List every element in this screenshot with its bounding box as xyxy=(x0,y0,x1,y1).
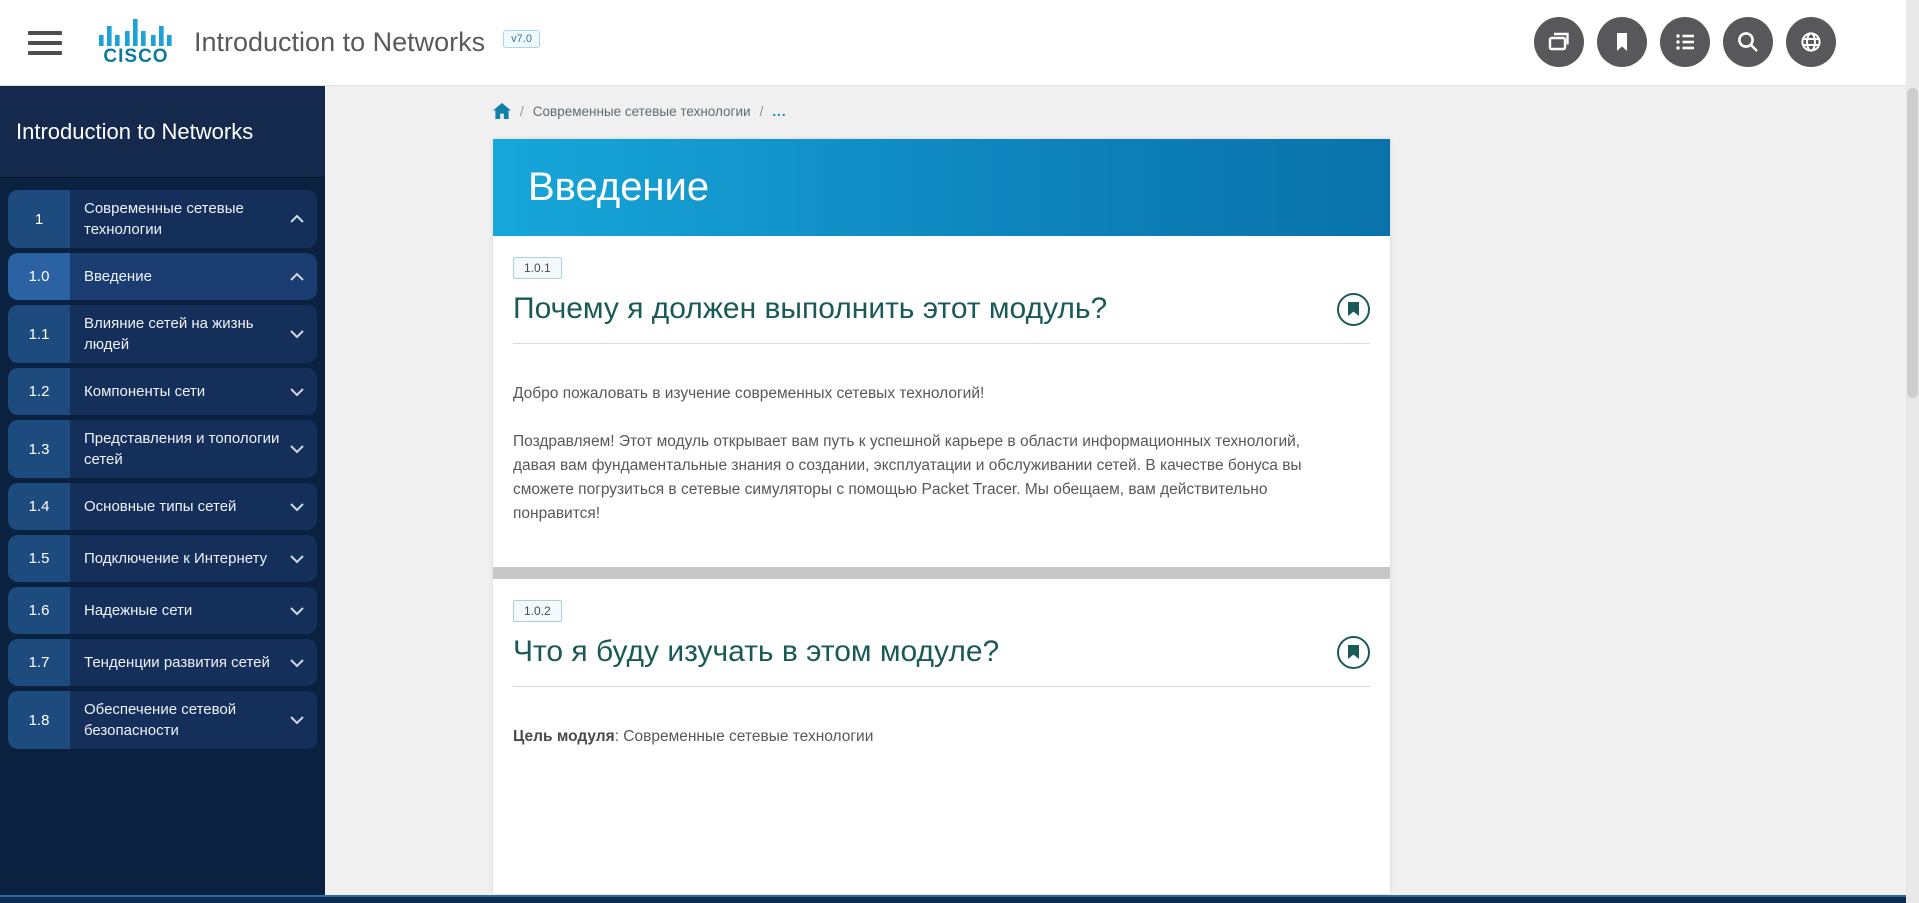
cisco-logo-bars-icon xyxy=(99,19,173,46)
search-button[interactable] xyxy=(1723,17,1773,67)
sidebar-item-1-1[interactable]: 1.1 Влияние сетей на жизнь людей xyxy=(8,305,317,363)
item-label: Влияние сетей на жизнь людей xyxy=(70,305,317,363)
cisco-logo-text: CISCO xyxy=(103,47,168,66)
sidebar-item-1-0[interactable]: 1.0 Введение xyxy=(8,253,317,300)
item-label: Обеспечение сетевой безопасности xyxy=(70,691,317,749)
globe-icon xyxy=(1795,26,1827,58)
breadcrumb-separator: / xyxy=(760,104,764,119)
item-number: 1.1 xyxy=(8,305,70,363)
item-number: 1.6 xyxy=(8,587,70,634)
item-label: Основные типы сетей xyxy=(70,483,317,530)
section-divider-bar xyxy=(493,567,1390,579)
stacked-windows-icon xyxy=(1543,26,1575,58)
item-label: Подключение к Интернету xyxy=(70,535,317,582)
bookmark-outline-icon xyxy=(1347,644,1360,660)
version-badge: v7.0 xyxy=(503,30,540,48)
topic-heading: Что я буду изучать в этом модуле? xyxy=(513,635,999,669)
heading-divider xyxy=(513,686,1370,687)
hamburger-menu-icon[interactable] xyxy=(28,31,62,55)
banner-title: Введение xyxy=(528,165,709,210)
item-number: 1.2 xyxy=(8,368,70,415)
cisco-logo[interactable]: CISCO xyxy=(98,19,174,66)
topic-bookmark-button[interactable] xyxy=(1337,293,1370,326)
bookmark-outline-icon xyxy=(1347,301,1360,317)
item-label: Надежные сети xyxy=(70,587,317,634)
topic-heading: Почему я должен выполнить этот модуль? xyxy=(513,292,1107,326)
breadcrumb-ellipsis-link[interactable]: ... xyxy=(772,104,786,119)
paragraph: Поздравляем! Этот модуль открывает вам п… xyxy=(513,430,1338,526)
bookmark-icon xyxy=(1606,26,1638,58)
sidebar-item-1-5[interactable]: 1.5 Подключение к Интернету xyxy=(8,535,317,582)
section-banner: Введение xyxy=(493,139,1390,236)
chevron-down-icon xyxy=(289,658,305,668)
item-number: 1.0 xyxy=(8,253,70,300)
chevron-up-icon xyxy=(289,272,305,282)
chevron-down-icon xyxy=(289,444,305,454)
sidebar-item-1-2[interactable]: 1.2 Компоненты сети xyxy=(8,368,317,415)
chevron-down-icon xyxy=(289,715,305,725)
topic-number-badge: 1.0.1 xyxy=(513,257,562,279)
item-label: Введение xyxy=(70,253,317,300)
top-header: CISCO Introduction to Networks v7.0 xyxy=(0,0,1906,86)
home-icon[interactable] xyxy=(493,103,511,120)
chevron-down-icon xyxy=(289,606,305,616)
chevron-up-icon xyxy=(289,214,305,224)
chevron-down-icon xyxy=(289,554,305,564)
topic-number-badge: 1.0.2 xyxy=(513,600,562,622)
lesson-card: Введение 1.0.1 Почему я должен выполнить… xyxy=(493,139,1390,894)
breadcrumb-module-link[interactable]: Современные сетевые технологии xyxy=(533,104,751,119)
sidebar-item-1-7[interactable]: 1.7 Тенденции развития сетей xyxy=(8,639,317,686)
breadcrumb: / Современные сетевые технологии / ... xyxy=(493,103,1906,120)
chevron-down-icon xyxy=(289,329,305,339)
bookmark-button[interactable] xyxy=(1597,17,1647,67)
header-toolbar xyxy=(1534,17,1836,67)
sidebar-header: Introduction to Networks xyxy=(0,86,325,178)
item-number: 1.8 xyxy=(8,691,70,749)
chevron-down-icon xyxy=(289,387,305,397)
language-button[interactable] xyxy=(1786,17,1836,67)
sidebar-course-title: Introduction to Networks xyxy=(16,119,253,145)
item-label: Компоненты сети xyxy=(70,368,317,415)
item-label: Тенденции развития сетей xyxy=(70,639,317,686)
course-title: Introduction to Networks xyxy=(194,27,485,58)
topic-1-0-1: 1.0.1 Почему я должен выполнить этот мод… xyxy=(493,236,1390,526)
content-area: / Современные сетевые технологии / ... В… xyxy=(325,86,1906,895)
stacked-windows-button[interactable] xyxy=(1534,17,1584,67)
paragraph: Добро пожаловать в изучение современных … xyxy=(513,382,1338,406)
goal-text: : Современные сетевые технологии xyxy=(615,728,874,745)
scrollbar-thumb[interactable] xyxy=(1907,88,1918,398)
chevron-down-icon xyxy=(289,502,305,512)
module-goal-line: Цель модуля: Современные сетевые техноло… xyxy=(513,725,1338,749)
item-number: 1.7 xyxy=(8,639,70,686)
page-scrollbar[interactable] xyxy=(1906,0,1919,903)
module-nav: 1 Современные сетевые технологии 1.0 Вве… xyxy=(0,178,325,757)
sidebar-item-1-6[interactable]: 1.6 Надежные сети xyxy=(8,587,317,634)
item-number: 1.4 xyxy=(8,483,70,530)
sidebar-item-1-4[interactable]: 1.4 Основные типы сетей xyxy=(8,483,317,530)
heading-divider xyxy=(513,343,1370,344)
sidebar-item-1[interactable]: 1 Современные сетевые технологии xyxy=(8,190,317,248)
item-number: 1 xyxy=(8,190,70,248)
item-number: 1.5 xyxy=(8,535,70,582)
item-label: Современные сетевые технологии xyxy=(70,190,317,248)
sidebar-item-1-3[interactable]: 1.3 Представления и топологии сетей xyxy=(8,420,317,478)
topic-bookmark-button[interactable] xyxy=(1337,636,1370,669)
goal-label: Цель модуля xyxy=(513,728,615,745)
bottom-bar xyxy=(0,895,1906,903)
item-label: Представления и топологии сетей xyxy=(70,420,317,478)
topic-1-0-2: 1.0.2 Что я буду изучать в этом модуле? … xyxy=(493,579,1390,749)
search-icon xyxy=(1732,26,1764,58)
item-number: 1.3 xyxy=(8,420,70,478)
breadcrumb-separator: / xyxy=(520,104,524,119)
sidebar-item-1-8[interactable]: 1.8 Обеспечение сетевой безопасности xyxy=(8,691,317,749)
index-list-button[interactable] xyxy=(1660,17,1710,67)
list-icon xyxy=(1669,26,1701,58)
course-sidebar: Introduction to Networks 1 Современные с… xyxy=(0,86,325,895)
